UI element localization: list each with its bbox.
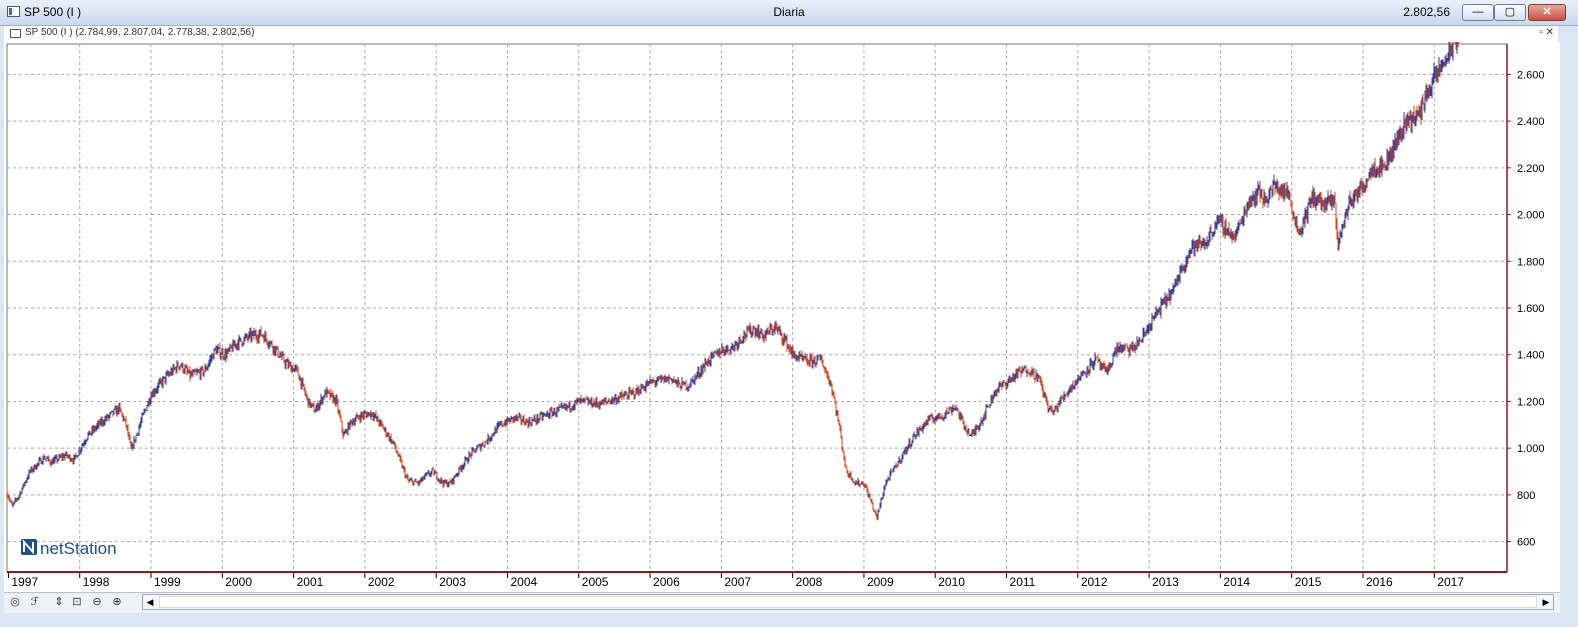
- y-tick-label: 2.200: [1517, 163, 1545, 175]
- indicator-icon[interactable]: ℱ: [28, 595, 42, 609]
- y-tick-label: 600: [1517, 537, 1535, 549]
- y-tick-label: 1.400: [1517, 350, 1545, 362]
- x-tick-label: 2004: [510, 575, 537, 589]
- timeframe-label: Diaria: [773, 5, 805, 19]
- window-bottom-border: [0, 613, 1578, 627]
- x-tick-label: 2007: [724, 575, 751, 589]
- y-tick-label: 1.800: [1517, 256, 1545, 268]
- close-icon: ✕: [1542, 6, 1552, 18]
- x-tick-label: 2014: [1223, 575, 1250, 589]
- y-tick-label: 2.000: [1517, 210, 1545, 222]
- x-tick-label: 2013: [1152, 575, 1179, 589]
- x-tick-label: 2001: [297, 575, 324, 589]
- x-tick-label: 2000: [225, 575, 252, 589]
- x-tick-label: 2003: [439, 575, 466, 589]
- x-tick-label: 2006: [653, 575, 680, 589]
- price-chart[interactable]: 600 800 1.000 1.200 1.400 1.600 1.800 2.000 2.20…: [4, 42, 1560, 592]
- minimize-icon: —: [1472, 6, 1484, 18]
- x-tick-label: 2012: [1081, 575, 1108, 589]
- x-tick-label: 2002: [368, 575, 395, 589]
- scroll-left-button[interactable]: ◀: [143, 595, 157, 609]
- y-tick-label: 800: [1517, 490, 1535, 502]
- x-tick-label: 2010: [938, 575, 965, 589]
- x-tick-label: 2009: [867, 575, 894, 589]
- series-info-bar: SP 500 (I ) (2.784,99, 2.807,04, 2.778,3…: [4, 26, 1558, 43]
- x-tick-label: 2005: [582, 575, 609, 589]
- crosshair-icon[interactable]: ◎: [8, 595, 22, 609]
- minimize-button[interactable]: —: [1462, 4, 1494, 21]
- last-price-label: 2.802,56: [1403, 5, 1450, 19]
- x-tick-label: 2008: [796, 575, 823, 589]
- x-tick-label: 2015: [1295, 575, 1322, 589]
- x-tick-label: 2011: [1010, 575, 1036, 589]
- y-tick-label: 2.400: [1517, 116, 1545, 128]
- series-ohlc-label: SP 500 (I ) (2.784,99, 2.807,04, 2.778,3…: [25, 27, 255, 38]
- chart-area[interactable]: 600 800 1.000 1.200 1.400 1.600 1.800 2.000 2.20…: [4, 42, 1560, 592]
- maximize-icon: ▢: [1504, 6, 1516, 18]
- close-button[interactable]: ✕: [1528, 4, 1566, 21]
- pane-controls[interactable]: ▫ ✕: [1539, 27, 1554, 38]
- x-tick-label: 2016: [1366, 575, 1393, 589]
- logo-text: netStation: [40, 539, 117, 558]
- y-tick-label: 1.200: [1517, 396, 1545, 408]
- scroll-thumb[interactable]: [159, 596, 1537, 608]
- zoom-in-icon[interactable]: ⊕: [110, 595, 124, 609]
- series-icon[interactable]: [10, 29, 21, 38]
- x-tick-label: 1998: [83, 575, 110, 589]
- x-tick-label: 2017: [1437, 575, 1464, 589]
- y-tick-label: 1.000: [1517, 443, 1545, 455]
- drag-icon[interactable]: ⇕: [52, 595, 66, 609]
- scroll-right-button[interactable]: ▶: [1539, 595, 1553, 609]
- y-tick-label: 2.600: [1517, 69, 1545, 81]
- window-titlebar: SP 500 (I ) Diaria 2.802,56 — ▢ ✕: [0, 0, 1578, 26]
- horizontal-scrollbar[interactable]: ◀ ▶: [142, 594, 1554, 610]
- x-tick-label: 1999: [154, 575, 181, 589]
- chart-toolbar: ◎ ℱ ⇕ ⊡ ⊖ ⊕ ◀ ▶: [4, 592, 1560, 613]
- zoom-out-icon[interactable]: ⊖: [90, 595, 104, 609]
- y-tick-label: 1.600: [1517, 303, 1545, 315]
- zoom-fit-icon[interactable]: ⊡: [70, 595, 84, 609]
- x-tick-label: 1997: [11, 575, 38, 589]
- maximize-button[interactable]: ▢: [1494, 4, 1526, 21]
